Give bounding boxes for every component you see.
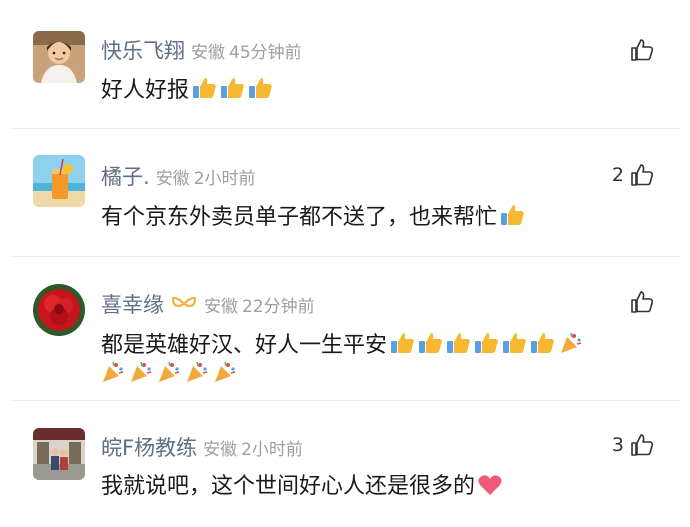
comment-header: 皖F杨教练 安徽 2小时前: [101, 432, 303, 462]
thumbs-up-emoji-icon: [249, 78, 272, 98]
comment-item: 快乐飞翔 安徽 45分钟前 好人好报: [0, 0, 690, 130]
divider: [10, 400, 680, 401]
username[interactable]: 快乐飞翔: [101, 35, 185, 65]
comment-header: 喜幸缘 安徽 22分钟前: [101, 289, 315, 319]
thumbs-up-outline-icon: [631, 434, 654, 456]
comment-item: 皖F杨教练 安徽 2小时前 我就说吧，这个世间好心人还是很多的 3: [0, 402, 690, 527]
comment-item: 喜幸缘 安徽 22分钟前 都是英雄好汉、好人一生平安: [0, 258, 690, 408]
thumbs-up-emoji-icon: [503, 333, 526, 353]
comment-text: 都是英雄好汉、好人一生平安: [101, 327, 587, 359]
like-button[interactable]: [624, 38, 654, 62]
like-button[interactable]: 3: [612, 433, 654, 457]
thumbs-up-emoji-icon: [419, 333, 442, 353]
party-popper-emoji-icon: [215, 361, 236, 382]
thumbs-up-emoji-icon: [501, 205, 524, 225]
username[interactable]: 橘子.: [101, 161, 150, 191]
party-popper-emoji-icon: [187, 361, 208, 382]
thumbs-up-outline-icon: [631, 39, 654, 61]
username[interactable]: 皖F杨教练: [101, 432, 197, 462]
like-button[interactable]: 2: [612, 163, 654, 187]
like-count: 2: [611, 164, 624, 186]
storefront-people-avatar-icon: [33, 428, 85, 480]
divider: [10, 256, 680, 257]
comment-text-content: 我就说吧，这个世间好心人还是很多的: [101, 474, 476, 499]
avatar[interactable]: [33, 428, 85, 480]
location: 安徽: [191, 43, 225, 63]
comment-text: 我就说吧，这个世间好心人还是很多的: [101, 468, 503, 500]
woman-portrait-avatar-icon: [33, 31, 85, 83]
comment-text: 好人好报: [101, 72, 273, 104]
fan-badge-icon: [171, 296, 197, 308]
comment-text-line2: [101, 360, 241, 387]
comment-header: 快乐飞翔 安徽 45分钟前: [101, 35, 302, 65]
party-popper-emoji-icon: [131, 361, 152, 382]
timestamp: 2小时前: [241, 440, 303, 460]
avatar[interactable]: [33, 284, 85, 336]
comment-text-content: 都是英雄好汉、好人一生平安: [101, 333, 388, 358]
thumbs-up-emoji-icon: [221, 78, 244, 98]
party-popper-emoji-icon: [103, 361, 124, 382]
timestamp: 22分钟前: [242, 297, 315, 317]
orange-juice-beach-avatar-icon: [33, 155, 85, 207]
avatar[interactable]: [33, 155, 85, 207]
location: 安徽: [155, 169, 190, 189]
location: 安徽: [203, 440, 238, 460]
comment-text: 有个京东外卖员单子都不送了，也来帮忙: [101, 199, 525, 231]
comment-text-content: 好人好报: [101, 78, 190, 103]
thumbs-up-emoji-icon: [391, 333, 414, 353]
party-popper-emoji-icon: [561, 332, 582, 353]
timestamp: 45分钟前: [229, 43, 302, 63]
comment-text-content: 有个京东外卖员单子都不送了，也来帮忙: [101, 205, 498, 230]
divider: [10, 128, 680, 129]
heart-emoji-icon: [478, 475, 502, 495]
comment-item: 橘子. 安徽 2小时前 有个京东外卖员单子都不送了，也来帮忙 2: [0, 130, 690, 255]
thumbs-up-emoji-icon: [447, 333, 470, 353]
username[interactable]: 喜幸缘: [101, 289, 164, 319]
red-flower-avatar-icon: [33, 284, 85, 336]
party-popper-emoji-icon: [159, 361, 180, 382]
location: 安徽: [204, 297, 238, 317]
like-count: 3: [611, 434, 624, 456]
thumbs-up-outline-icon: [631, 164, 654, 186]
thumbs-up-emoji-icon: [531, 333, 554, 353]
thumbs-up-outline-icon: [631, 291, 654, 313]
comment-header: 橘子. 安徽 2小时前: [101, 161, 256, 191]
avatar[interactable]: [33, 31, 85, 83]
thumbs-up-emoji-icon: [193, 78, 216, 98]
timestamp: 2小时前: [193, 169, 256, 189]
thumbs-up-emoji-icon: [475, 333, 498, 353]
like-button[interactable]: [624, 290, 654, 314]
